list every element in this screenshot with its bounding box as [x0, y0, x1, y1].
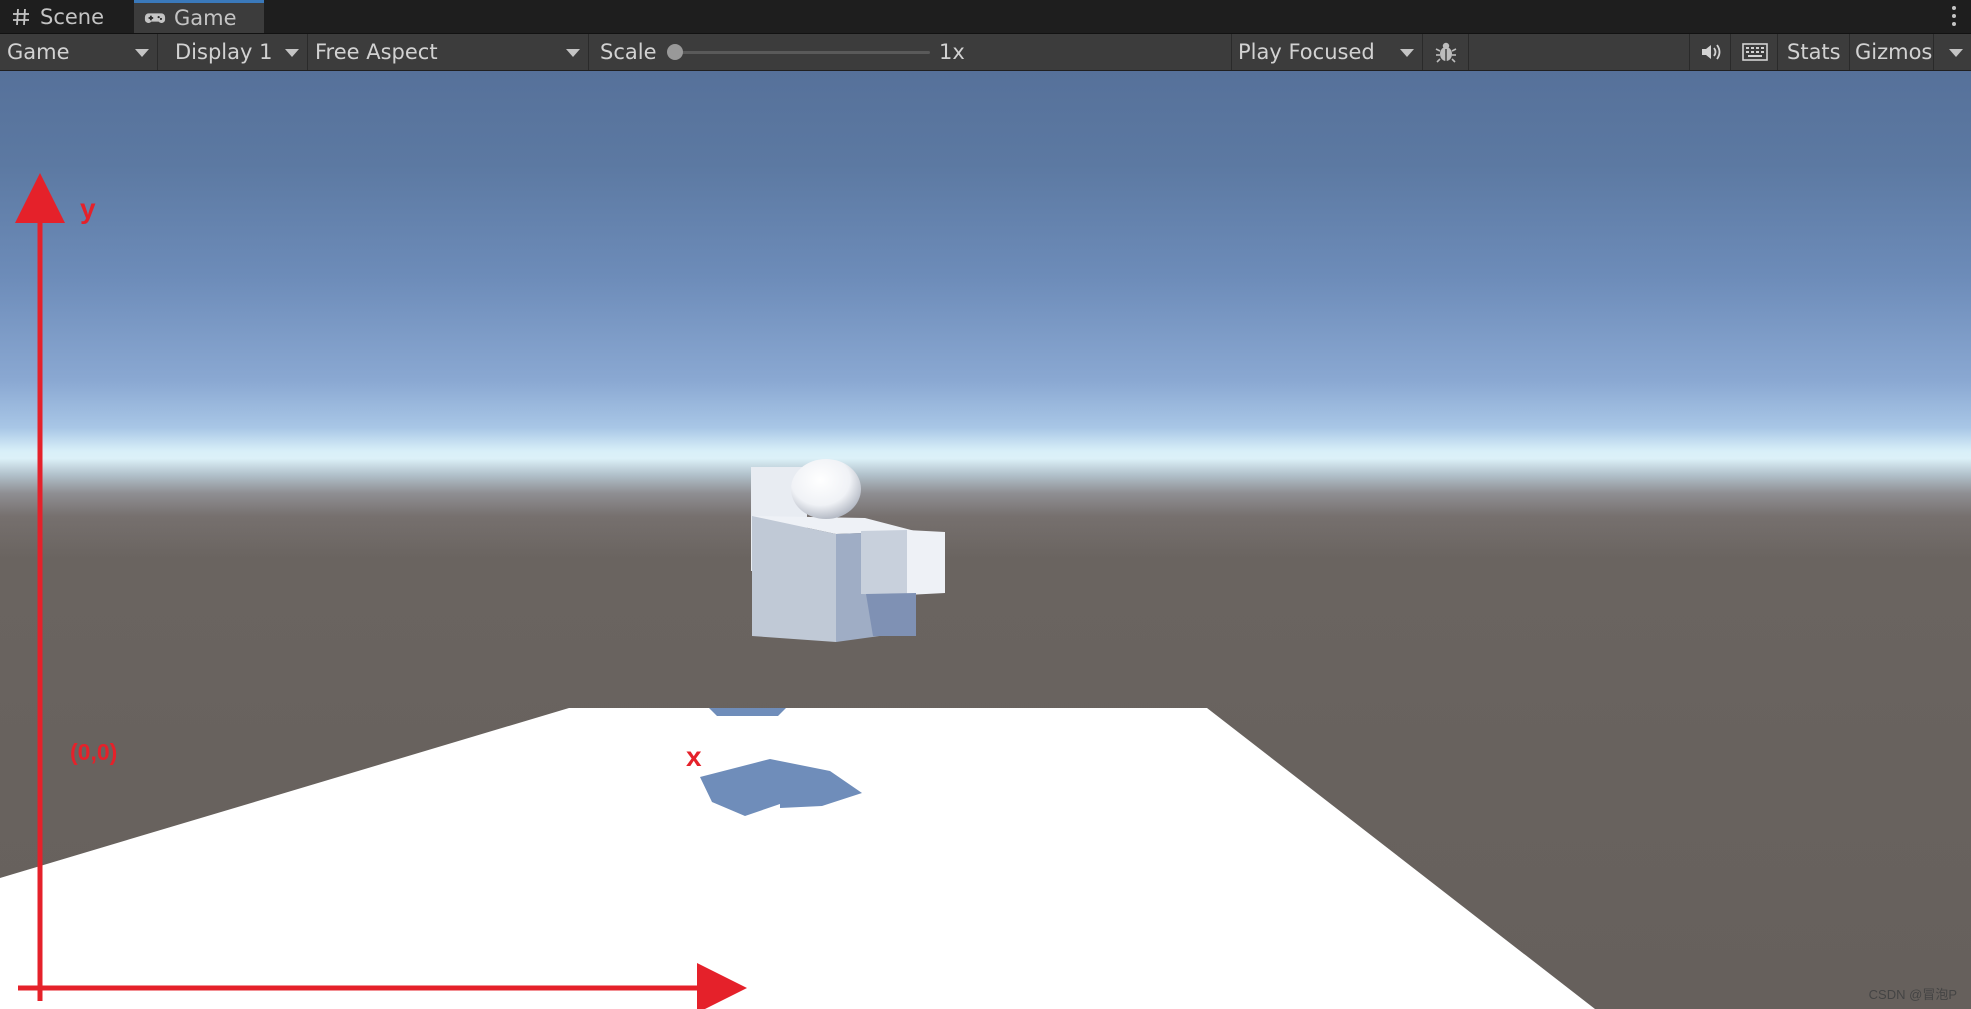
- origin-label: (0,0): [70, 739, 118, 765]
- chevron-down-icon: [285, 49, 299, 57]
- bug-icon: [1435, 42, 1457, 63]
- scale-value: 1x: [939, 40, 965, 64]
- game-toolbar: Game Display 1 Free Aspect Scale 1x Play…: [0, 34, 1971, 71]
- arm-front: [861, 530, 907, 595]
- aspect-label: Free Aspect: [315, 40, 438, 64]
- aspect-dropdown[interactable]: Free Aspect: [309, 34, 589, 70]
- gizmos-label: Gizmos: [1855, 40, 1933, 64]
- tab-game-label: Game: [174, 6, 237, 30]
- game-view-window: Scene Game Game Display 1 Free Aspect Sc…: [0, 0, 1971, 1009]
- ground-plane: [0, 708, 1595, 1009]
- x-axis-label: x: [686, 741, 702, 772]
- scene-render: [0, 173, 1595, 1009]
- scale-control: Scale 1x: [590, 34, 1230, 70]
- gizmos-dropdown[interactable]: [1935, 34, 1971, 70]
- chevron-down-icon: [135, 49, 149, 57]
- y-axis-label: y: [80, 193, 96, 224]
- view-mode-dropdown[interactable]: Game: [0, 34, 158, 70]
- head-sphere: [791, 459, 861, 519]
- play-mode-dropdown[interactable]: Play Focused: [1231, 34, 1423, 70]
- keyboard-shortcuts-button[interactable]: [1732, 34, 1778, 70]
- chevron-down-icon: [566, 49, 580, 57]
- tab-scene[interactable]: Scene: [0, 0, 133, 33]
- watermark: CSDN @冒泡P: [1868, 987, 1957, 1002]
- gizmos-toggle[interactable]: Gizmos: [1851, 34, 1934, 70]
- arm-shadow: [866, 593, 916, 636]
- edge-shadow: [709, 708, 786, 716]
- toolbar-spacer: [1470, 34, 1690, 70]
- debug-button[interactable]: [1424, 34, 1469, 70]
- play-mode-label: Play Focused: [1238, 40, 1375, 64]
- tab-scene-label: Scene: [40, 4, 105, 29]
- more-options-icon[interactable]: [1951, 6, 1957, 26]
- stats-toggle[interactable]: Stats: [1779, 34, 1850, 70]
- scale-label: Scale: [600, 40, 657, 64]
- speaker-icon: [1701, 44, 1720, 60]
- mute-audio-button[interactable]: [1691, 34, 1731, 70]
- stats-label: Stats: [1787, 40, 1841, 64]
- arm-side: [907, 530, 945, 595]
- display-label: Display 1: [175, 40, 273, 64]
- chevron-down-icon: [1400, 49, 1414, 57]
- view-mode-label: Game: [7, 40, 70, 64]
- scale-slider-thumb[interactable]: [667, 44, 683, 60]
- chevron-down-icon: [1949, 49, 1963, 57]
- tab-bar: Scene Game: [0, 0, 1971, 34]
- display-dropdown[interactable]: Display 1: [159, 34, 308, 70]
- body-front: [752, 516, 836, 642]
- gamepad-icon: [144, 13, 166, 23]
- box-character: [751, 459, 945, 642]
- scale-slider-track[interactable]: [675, 51, 930, 54]
- game-viewport[interactable]: y x (0,0) CSDN @冒泡P: [0, 71, 1971, 1009]
- tab-game[interactable]: Game: [134, 0, 264, 33]
- grid-hash-icon: [13, 8, 29, 25]
- keyboard-icon: [1741, 43, 1768, 61]
